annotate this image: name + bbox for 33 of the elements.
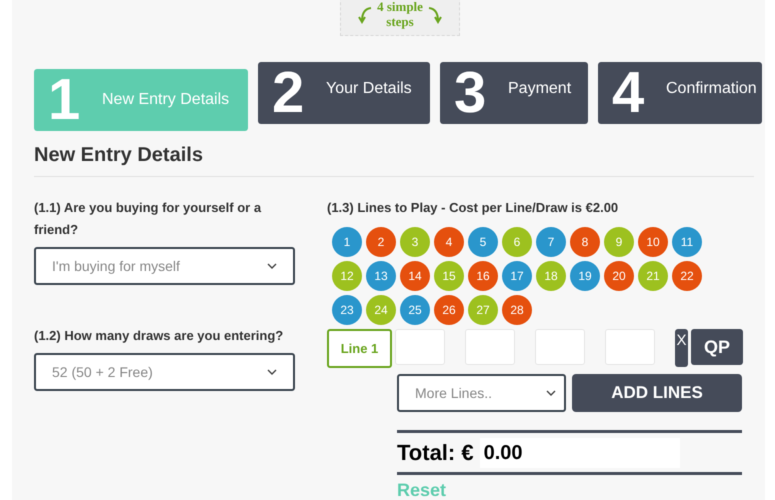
number-slot[interactable] <box>465 329 515 365</box>
step-number: 2 <box>272 64 306 122</box>
number-slot[interactable] <box>395 329 445 365</box>
badge-text: steps <box>386 14 414 29</box>
step-tab[interactable]: 1 New Entry Details <box>34 69 248 131</box>
total-label: Total: € <box>397 439 474 467</box>
more-lines-dropdown[interactable]: More Lines.. <box>397 374 566 412</box>
dropdown-field[interactable]: 52 (50 + 2 Free) <box>34 353 295 391</box>
chevron-icon <box>267 263 277 269</box>
curved-arrow-icon <box>426 4 443 24</box>
step-number: 1 <box>48 71 82 129</box>
section-heading: New Entry Details <box>34 140 754 177</box>
clear-button[interactable]: X <box>675 329 688 367</box>
step-tab[interactable]: 2 Your Details <box>258 62 430 124</box>
reset-link[interactable]: Reset <box>397 479 743 500</box>
step-tab[interactable]: 3 Payment <box>440 62 588 124</box>
number-slot[interactable] <box>605 329 655 365</box>
step-tab[interactable]: 4 Confirmation <box>598 62 762 124</box>
question-label: (1.1) Are you buying for yourself or a friend? <box>34 199 262 239</box>
badge-text: 4 simple <box>377 0 423 14</box>
number-slot[interactable] <box>535 329 585 365</box>
question-label: (1.2) How many draws are you entering? <box>34 327 284 345</box>
dropdown-field[interactable]: I'm buying for myself <box>34 247 295 285</box>
step-number: 3 <box>454 64 488 122</box>
line-label: Line 1 <box>327 329 392 368</box>
lines-label: (1.3) Lines to Play - Cost per Line/Draw is €2.00 <box>327 199 620 217</box>
add-lines-button[interactable]: ADD LINES <box>572 374 742 412</box>
quick-pick-button[interactable]: QP <box>691 329 743 365</box>
total-field: 0.00 <box>480 438 680 468</box>
step-number: 4 <box>612 64 646 122</box>
chevron-icon <box>267 369 277 375</box>
chevron-icon <box>546 390 556 396</box>
curved-arrow-icon <box>357 4 374 24</box>
